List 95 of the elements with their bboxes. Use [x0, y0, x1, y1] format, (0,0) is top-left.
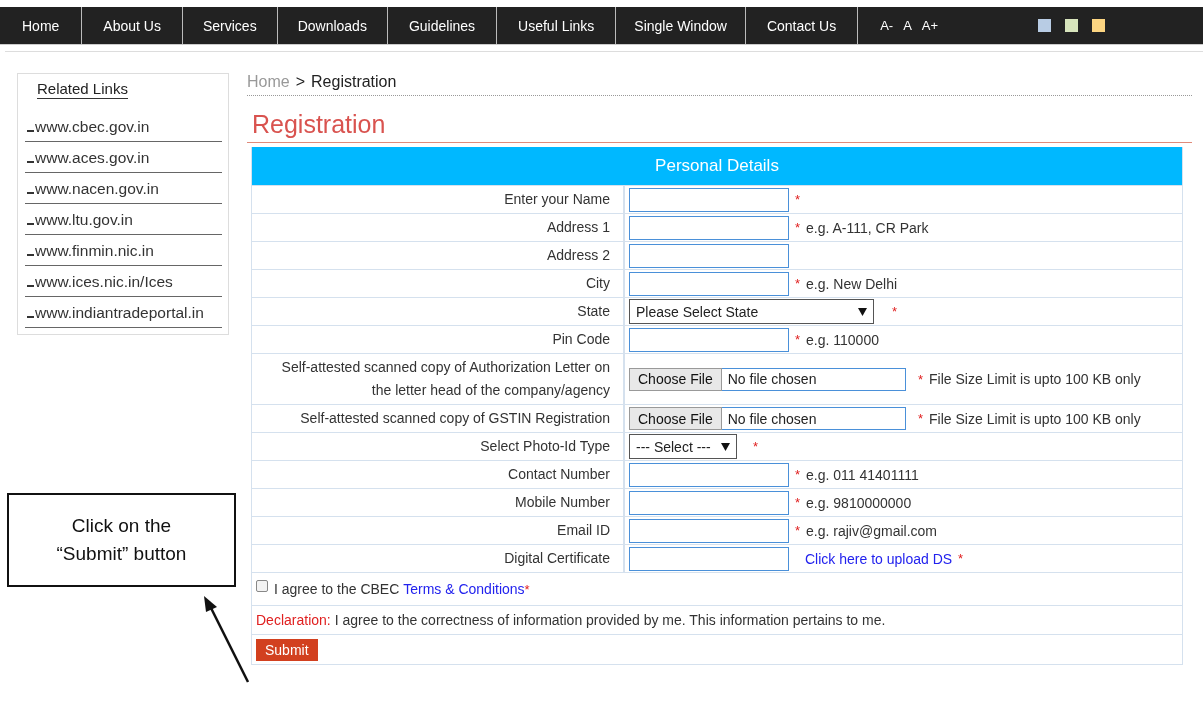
theme-swatch[interactable]	[1065, 19, 1079, 32]
required-mark: *	[795, 276, 801, 291]
page-title: Registration	[247, 110, 1192, 143]
required-mark: *	[795, 192, 801, 207]
terms-link[interactable]: Terms & Conditions	[403, 581, 525, 597]
required-mark: *	[918, 411, 924, 426]
upload-link[interactable]: Click here to upload DS	[805, 550, 953, 567]
font-size-button[interactable]: A+	[921, 18, 939, 33]
agree-text: I agree to the CBEC	[274, 581, 401, 597]
text-field[interactable]	[629, 490, 789, 515]
file-field[interactable]: Choose File No file chosen	[629, 407, 906, 430]
required-mark: *	[795, 220, 801, 235]
theme-swatch[interactable]	[1038, 19, 1052, 32]
required-mark: *	[892, 304, 898, 319]
field-hint: e.g. rajiv@gmail.com	[806, 522, 937, 539]
nav-link[interactable]: Services	[182, 7, 278, 44]
related-link[interactable]: www.cbec.gov.in	[35, 118, 150, 136]
field-label: Address 1	[252, 214, 625, 241]
field-label: Address 2	[252, 242, 625, 269]
dash-icon	[27, 223, 34, 225]
agree-checkbox[interactable]	[256, 580, 268, 592]
file-status: No file chosen	[726, 410, 817, 427]
text-field[interactable]	[629, 243, 789, 268]
field-hint: e.g. 011 41401111	[806, 466, 919, 483]
caret-icon	[858, 307, 867, 316]
text-field[interactable]	[629, 215, 789, 240]
text-field[interactable]	[629, 518, 789, 543]
required-mark: *	[753, 439, 759, 454]
submit-button[interactable]: Submit	[256, 638, 318, 661]
breadcrumb-current: Registration	[311, 73, 397, 91]
callout-text: Click on the	[71, 514, 172, 538]
choose-file-button[interactable]: Choose File	[629, 407, 722, 430]
field-label: Enter your Name	[252, 186, 625, 213]
nav-link[interactable]: Downloads	[277, 7, 388, 44]
font-size-button[interactable]: A-	[880, 18, 894, 33]
font-size-button[interactable]: A	[903, 18, 912, 33]
related-link[interactable]: www.finmin.nic.in	[35, 242, 154, 260]
breadcrumb-separator: >	[295, 73, 306, 91]
required-mark: *	[795, 523, 801, 538]
nav-link[interactable]: Useful Links	[497, 7, 617, 44]
required-mark: *	[918, 371, 924, 387]
field-hint: File Size Limit is upto 100 KB only	[929, 410, 1141, 427]
nav-link[interactable]: Contact Us	[745, 7, 859, 44]
field-hint: e.g. 110000	[806, 331, 879, 348]
dash-icon	[27, 285, 34, 287]
field-label: City	[252, 270, 625, 297]
callout-text: “Submit” button	[56, 542, 187, 566]
nav-link[interactable]: Guidelines	[387, 7, 498, 44]
declaration-text: I agree to the correctness of information provided by me. This information pertains to me.	[334, 612, 886, 628]
required-mark: *	[795, 332, 801, 347]
field-label: Pin Code	[252, 326, 625, 353]
field-label: Digital Certificate	[252, 545, 625, 572]
dash-icon	[27, 316, 34, 318]
dash-icon	[27, 254, 34, 256]
field-hint: e.g. 9810000000	[806, 494, 912, 511]
field-hint: e.g. A-111, CR Park	[806, 219, 929, 236]
field-label: Email ID	[252, 517, 625, 544]
dropdown[interactable]: Please Select State	[629, 299, 874, 324]
theme-swatch[interactable]	[1092, 19, 1106, 32]
field-hint: File Size Limit is upto 100 KB only	[929, 371, 1141, 387]
text-field[interactable]	[629, 546, 789, 571]
text-field[interactable]	[629, 187, 789, 212]
dash-icon	[27, 192, 34, 194]
panel-title: Related Links	[37, 80, 128, 99]
text-field[interactable]	[629, 462, 789, 487]
field-label: Self-attested scanned copy of GSTIN Registration	[252, 405, 625, 432]
related-link[interactable]: www.nacen.gov.in	[35, 180, 159, 198]
required-mark: *	[958, 551, 964, 566]
related-link[interactable]: www.ltu.gov.in	[35, 211, 133, 229]
field-label: Mobile Number	[252, 489, 625, 516]
dash-icon	[27, 161, 34, 163]
text-field[interactable]	[629, 271, 789, 296]
dash-icon	[27, 130, 34, 132]
required-mark: *	[795, 495, 801, 510]
related-link[interactable]: www.indiantradeportal.in	[35, 304, 204, 322]
field-hint: e.g. New Delhi	[806, 275, 898, 292]
choose-file-button[interactable]: Choose File	[629, 367, 722, 391]
field-label: State	[252, 298, 625, 325]
nav-link[interactable]: Home	[0, 7, 83, 44]
nav-link[interactable]: About Us	[82, 7, 183, 44]
caret-icon	[721, 442, 730, 451]
required-mark: *	[795, 467, 801, 482]
related-link[interactable]: www.ices.nic.in/Ices	[35, 273, 173, 291]
field-label: Self-attested scanned copy of Authorization Letter on the letter head of the company/agency	[252, 354, 625, 404]
dropdown[interactable]: --- Select ---	[629, 434, 737, 459]
related-link[interactable]: www.aces.gov.in	[35, 149, 150, 167]
required-mark: *	[524, 581, 530, 597]
nav-link[interactable]: Single Window	[616, 7, 746, 44]
section-header: Personal Details	[252, 147, 1182, 185]
field-label: Contact Number	[252, 461, 625, 488]
text-field[interactable]	[629, 327, 789, 352]
file-status: No file chosen	[726, 371, 817, 387]
file-field[interactable]: Choose File No file chosen	[629, 367, 906, 391]
declaration-label: Declaration:	[256, 612, 331, 628]
field-label: Select Photo-Id Type	[252, 433, 625, 460]
